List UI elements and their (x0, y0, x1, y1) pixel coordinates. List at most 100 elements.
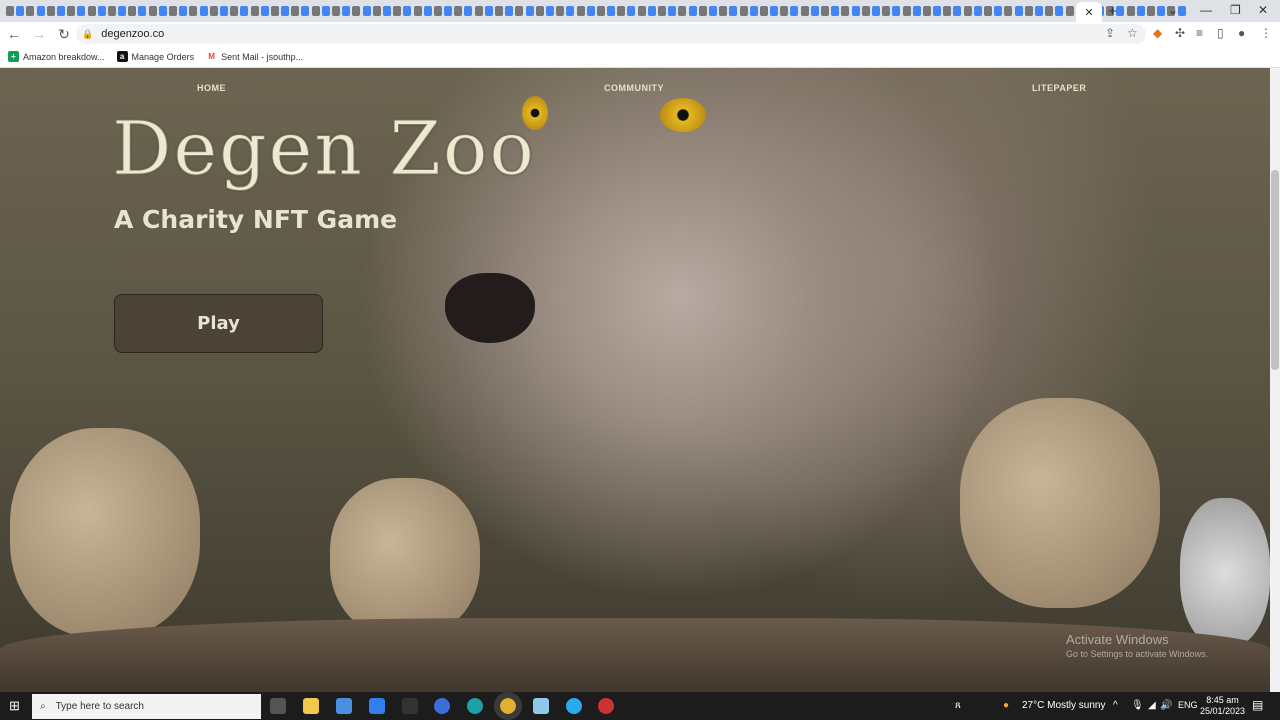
pinned-tab-favicon[interactable] (515, 6, 524, 16)
pinned-tab-favicon[interactable] (973, 6, 982, 16)
pinned-tab-favicon[interactable] (770, 6, 779, 16)
pinned-tab-favicon[interactable] (739, 6, 748, 16)
nav-community[interactable]: COMMUNITY (604, 83, 664, 93)
pinned-tab-favicon[interactable] (871, 6, 880, 16)
notifications-icon[interactable]: ▤ (1252, 698, 1263, 712)
pinned-tab-favicon[interactable] (1045, 6, 1054, 16)
pinned-tab-favicon[interactable] (658, 6, 666, 16)
weather-text[interactable]: 27°C Mostly sunny (1022, 700, 1105, 711)
clock[interactable]: 8:45 am 25/01/2023 (1200, 695, 1245, 717)
pinned-tab-favicon[interactable] (1116, 6, 1125, 16)
tray-chevron-icon[interactable]: ^ (1113, 700, 1118, 711)
play-button[interactable]: Play (114, 294, 323, 353)
pinned-tab-favicon[interactable] (505, 6, 514, 16)
pinned-tab-favicon[interactable] (902, 6, 911, 16)
nav-home[interactable]: HOME (197, 83, 226, 93)
reading-list-icon[interactable]: ≡ (1196, 26, 1203, 40)
pinned-tab-favicon[interactable] (963, 6, 972, 16)
close-tab-icon[interactable]: ✕ (1084, 6, 1093, 19)
pinned-tab-favicon[interactable] (1024, 6, 1033, 16)
pinned-tab-favicon[interactable] (423, 6, 432, 16)
pinned-tab-favicon[interactable] (148, 6, 157, 16)
share-icon[interactable]: ⇪ (1105, 26, 1115, 40)
pinned-tab-favicon[interactable] (433, 6, 442, 16)
pinned-tab-favicon[interactable] (892, 6, 901, 16)
pinned-tab-favicon[interactable] (128, 6, 137, 16)
pinned-tab-favicon[interactable] (831, 6, 840, 16)
pinned-tab-favicon[interactable] (36, 6, 45, 16)
pinned-tab-favicon[interactable] (372, 6, 381, 16)
pinned-tab-favicon[interactable] (291, 6, 300, 16)
pinned-tab-favicon[interactable] (545, 6, 554, 16)
chrome-icon[interactable] (494, 692, 522, 720)
pinned-tab-favicon[interactable] (800, 6, 809, 16)
bookmark-amazon-breakdown[interactable]: + Amazon breakdow... (8, 51, 105, 62)
pinned-tab-favicon[interactable] (668, 6, 677, 16)
pinned-tab-favicon[interactable] (922, 6, 931, 16)
volume-icon[interactable]: 🔊 (1160, 700, 1172, 711)
pinned-tab-favicon[interactable] (138, 6, 147, 16)
task-view-icon[interactable] (270, 698, 286, 714)
pinned-tab-favicon[interactable] (321, 6, 330, 16)
pinned-tab-favicon[interactable] (1014, 6, 1023, 16)
forward-icon[interactable]: → (28, 26, 50, 42)
address-bar[interactable]: 🔒 degenzoo.co (76, 24, 1146, 44)
pinned-tab-favicon[interactable] (393, 6, 402, 16)
pinned-tab-favicon[interactable] (841, 6, 850, 16)
microphone-icon[interactable]: 🎙 (1131, 700, 1144, 711)
scrollbar-thumb[interactable] (1271, 170, 1279, 370)
pinned-tab-favicon[interactable] (362, 6, 371, 16)
pinned-tab-favicon[interactable] (698, 6, 707, 16)
pinned-tab-favicon[interactable] (56, 6, 65, 16)
pinned-tab-favicon[interactable] (953, 6, 962, 16)
pinned-tab-favicon[interactable] (444, 6, 453, 16)
app-icon[interactable] (434, 698, 450, 714)
pinned-tab-favicon[interactable] (678, 6, 687, 16)
pinned-tab-favicon[interactable] (454, 6, 463, 16)
pinned-tab-favicon[interactable] (861, 6, 870, 16)
pinned-tab-favicon[interactable] (413, 6, 422, 16)
pinned-tab-favicon[interactable] (576, 6, 585, 16)
pinned-tab-favicon[interactable] (759, 6, 768, 16)
pinned-tab-favicon[interactable] (607, 6, 616, 16)
pinned-tab-favicon[interactable] (199, 6, 208, 16)
pinned-tab-favicon[interactable] (525, 6, 534, 16)
pinned-tab-favicon[interactable] (1126, 6, 1135, 16)
bookmark-star-icon[interactable]: ☆ (1127, 26, 1138, 40)
menu-icon[interactable]: ⋮ (1260, 26, 1272, 40)
metamask-icon[interactable]: ◆ (1153, 26, 1162, 40)
pinned-tab-favicon[interactable] (332, 6, 340, 16)
pinned-tab-favicon[interactable] (821, 6, 829, 16)
pinned-tab-favicon[interactable] (158, 6, 167, 16)
pinned-tab-favicon[interactable] (1065, 6, 1074, 16)
pinned-tab-favicon[interactable] (790, 6, 799, 16)
pinned-tab-favicon[interactable] (719, 6, 728, 16)
pinned-tab-favicon[interactable] (179, 6, 188, 16)
pinned-tab-favicon[interactable] (97, 6, 106, 16)
pinned-tab-favicon[interactable] (382, 6, 391, 16)
pinned-tab-favicon[interactable] (729, 6, 738, 16)
file-explorer-icon[interactable] (303, 698, 319, 714)
pinned-tab-favicon[interactable] (688, 6, 697, 16)
pinned-tab-favicon[interactable] (933, 6, 942, 16)
scrollbar[interactable] (1270, 68, 1280, 692)
pinned-tab-favicon[interactable] (77, 6, 86, 16)
pinned-tab-favicon[interactable] (250, 6, 259, 16)
reload-icon[interactable]: ↻ (53, 26, 75, 43)
security-icon[interactable] (402, 698, 418, 714)
pinned-tab-favicon[interactable] (637, 6, 646, 16)
pinned-tab-favicon[interactable] (118, 6, 127, 16)
pinned-tab-favicon[interactable] (342, 6, 351, 16)
pinned-tab-favicon[interactable] (352, 6, 361, 16)
pinned-tab-favicon[interactable] (240, 6, 249, 16)
pinned-tab-favicon[interactable] (851, 6, 860, 16)
pinned-tab-favicon[interactable] (484, 6, 493, 16)
pinned-tab-favicon[interactable] (67, 6, 76, 16)
pinned-tab-favicon[interactable] (169, 6, 177, 16)
pinned-tab-favicon[interactable] (474, 6, 483, 16)
bookmark-manage-orders[interactable]: a Manage Orders (116, 51, 194, 62)
weather-icon[interactable]: ● (1003, 700, 1009, 711)
pinned-tab-favicon[interactable] (403, 6, 412, 16)
pinned-tab-favicon[interactable] (6, 6, 14, 16)
pinned-tab-favicon[interactable] (749, 6, 758, 16)
